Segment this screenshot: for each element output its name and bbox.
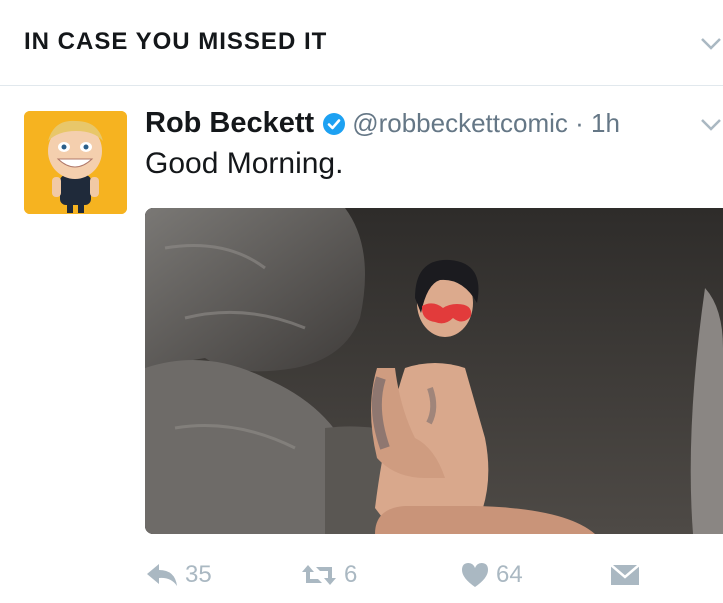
- author-name[interactable]: Rob Beckett: [145, 107, 314, 139]
- reply-count: 35: [185, 561, 212, 588]
- section-header: IN CASE YOU MISSED IT: [0, 0, 723, 86]
- direct-message-button[interactable]: [610, 555, 646, 595]
- tweet-media-photo[interactable]: [145, 208, 723, 534]
- tweet-time[interactable]: 1h: [591, 108, 620, 138]
- envelope-icon: [610, 564, 640, 585]
- separator: ·: [567, 108, 592, 138]
- avatar[interactable]: [24, 111, 127, 214]
- tweet[interactable]: Rob Beckett @robbeckettcomic · 1h Good M…: [0, 87, 723, 603]
- reply-icon: [147, 564, 177, 586]
- retweet-icon: [302, 565, 336, 585]
- retweet-count: 6: [344, 561, 358, 588]
- tweet-actions: 35 6 64: [145, 555, 723, 595]
- tweet-text: Good Morning.: [145, 147, 344, 180]
- section-title: IN CASE YOU MISSED IT: [24, 28, 328, 55]
- chevron-down-icon[interactable]: [700, 37, 722, 51]
- heart-icon: [462, 563, 488, 587]
- verified-badge-icon: [323, 112, 346, 135]
- reply-button[interactable]: 35: [145, 555, 212, 595]
- tweet-menu-chevron-icon[interactable]: [700, 118, 722, 132]
- retweet-button[interactable]: 6: [300, 555, 357, 595]
- tweet-header: Rob Beckett @robbeckettcomic · 1h: [145, 107, 620, 143]
- like-button[interactable]: 64: [460, 555, 523, 595]
- like-count: 64: [496, 561, 523, 588]
- author-handle[interactable]: @robbeckettcomic: [352, 108, 568, 138]
